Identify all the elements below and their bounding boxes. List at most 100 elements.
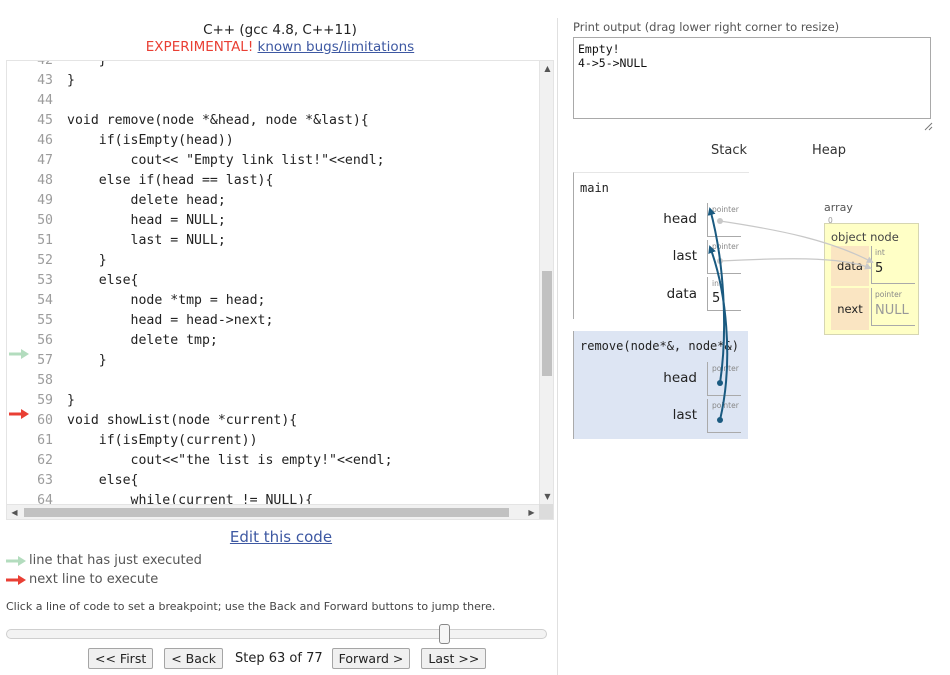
legend-executed: line that has just executed [6, 553, 202, 568]
first-button[interactable]: << First [88, 647, 154, 669]
code-line[interactable]: 61 if(isEmpty(current)) [7, 431, 393, 451]
vertical-scroll-thumb[interactable] [542, 271, 552, 376]
line-text: if(isEmpty(current)) [67, 433, 258, 448]
code-line[interactable]: 46 if(isEmpty(head)) [7, 131, 393, 151]
field-name-data: data [831, 246, 869, 286]
code-line[interactable]: 47 cout<< "Empty link list!"<<endl; [7, 151, 393, 171]
line-number: 42 [33, 61, 53, 71]
scroll-right-icon[interactable]: ▶ [524, 505, 539, 519]
line-number: 53 [37, 273, 53, 288]
var-value-data: int 5 [707, 277, 741, 311]
horizontal-scroll-thumb[interactable] [24, 508, 509, 517]
code-area: 42 }43}4445void remove(node *&head, node… [7, 61, 539, 504]
code-line[interactable]: 48 else if(head == last){ [7, 171, 393, 191]
line-number: 45 [37, 113, 53, 128]
line-number: 61 [37, 433, 53, 448]
resize-grip-icon[interactable] [923, 121, 933, 131]
line-text: head = NULL; [67, 213, 226, 228]
line-number: 59 [37, 393, 53, 408]
var-value-head: pointer [707, 362, 741, 396]
line-number: 64 [37, 493, 53, 504]
code-line[interactable]: 50 head = NULL; [7, 211, 393, 231]
code-line[interactable]: 49 delete head; [7, 191, 393, 211]
line-number: 56 [37, 333, 53, 348]
code-line[interactable]: 60 void showList(node *current){ [7, 411, 393, 431]
code-line[interactable]: 42 } [7, 61, 393, 71]
line-number: 48 [37, 173, 53, 188]
code-line[interactable]: 59} [7, 391, 393, 419]
vertical-scrollbar[interactable]: ▲ ▼ [539, 61, 553, 504]
stack-frame-remove: remove(node*&, node*&) head pointer last… [573, 331, 748, 439]
back-button[interactable]: < Back [164, 647, 224, 669]
code-line[interactable]: 57 } [7, 351, 393, 371]
line-number: 58 [37, 373, 53, 388]
scroll-left-icon[interactable]: ◀ [7, 505, 22, 519]
line-number: 46 [37, 133, 53, 148]
output-line: 4->5->NULL [578, 56, 648, 70]
heap-object-title: object node [831, 230, 899, 244]
field-value-data: int 5 [871, 246, 915, 284]
type-label: pointer [712, 242, 739, 251]
code-line[interactable]: 53 else{ [7, 271, 393, 291]
print-output-label: Print output (drag lower right corner to… [573, 20, 840, 34]
known-bugs-link[interactable]: known bugs/limitations [258, 39, 415, 55]
field-name-next: next [831, 288, 869, 330]
legend-next-label: next line to execute [29, 572, 159, 587]
line-text: } [67, 393, 75, 408]
code-line[interactable]: 45 void remove(node *&head, node *&last){ [7, 111, 393, 131]
code-line[interactable]: 43} [7, 71, 393, 91]
line-number: 60 [37, 413, 53, 428]
type-label: pointer [712, 205, 739, 214]
language-header: C++ (gcc 4.8, C++11) EXPERIMENTAL! known… [0, 22, 560, 56]
type-label: int [875, 248, 885, 257]
code-line[interactable]: 56 delete tmp; [7, 331, 393, 359]
line-text: node *tmp = head; [67, 293, 266, 308]
code-line[interactable]: 52 } [7, 251, 393, 271]
line-text [53, 373, 67, 388]
code-line[interactable]: 62 cout<<"the list is empty!"<<endl; [7, 451, 393, 471]
experimental-notice: EXPERIMENTAL! known bugs/limitations [0, 39, 560, 56]
scroll-up-icon[interactable]: ▲ [540, 61, 553, 76]
var-name-last: last [672, 407, 697, 423]
line-number: 57 [37, 353, 53, 368]
var-name-data: data [666, 286, 697, 302]
line-text: } [67, 353, 107, 368]
code-line[interactable]: 44 [7, 91, 393, 111]
line-text: cout<<"the list is empty!"<<endl; [67, 453, 393, 468]
step-slider[interactable] [6, 624, 547, 644]
type-label: pointer [712, 364, 739, 373]
code-line[interactable]: 51 last = NULL; [7, 231, 393, 251]
line-text: else if(head == last){ [67, 173, 274, 188]
edit-code-link[interactable]: Edit this code [0, 528, 562, 546]
frame-title: main [580, 181, 609, 195]
horizontal-scrollbar[interactable]: ◀ ▶ [7, 504, 539, 519]
var-value-last: pointer [707, 399, 741, 433]
executed-arrow-icon [6, 555, 26, 566]
stack-frame-main: main head pointer last pointer data int … [573, 172, 749, 319]
field-value-text: NULL [875, 303, 909, 318]
code-lines: 42 }43}4445void remove(node *&head, node… [7, 61, 393, 504]
code-line[interactable]: 55 head = head->next; [7, 311, 393, 331]
line-number: 49 [37, 193, 53, 208]
code-line[interactable]: 54 node *tmp = head; [7, 291, 393, 311]
code-line[interactable]: 58 [7, 371, 393, 391]
line-text: else{ [67, 273, 139, 288]
pane-divider [557, 18, 558, 675]
line-text: while(current != NULL){ [67, 493, 314, 504]
var-name-head: head [663, 211, 697, 227]
line-text: void remove(node *&head, node *&last){ [67, 113, 369, 128]
forward-button[interactable]: Forward > [331, 647, 411, 669]
line-text [53, 93, 67, 108]
next-arrow-icon [6, 574, 26, 585]
var-name-last: last [672, 248, 697, 264]
scroll-down-icon[interactable]: ▼ [540, 489, 553, 504]
var-value-text: 5 [712, 291, 721, 306]
last-button[interactable]: Last >> [421, 647, 487, 669]
code-line[interactable]: 63 else{ [7, 471, 393, 491]
code-line[interactable]: 64 while(current != NULL){ [7, 491, 393, 504]
language-label: C++ (gcc 4.8, C++11) [203, 22, 357, 38]
legend-executed-label: line that has just executed [29, 553, 202, 568]
line-text: void showList(node *current){ [67, 413, 298, 428]
print-output-box[interactable]: Empty! 4->5->NULL [573, 37, 931, 119]
step-slider-handle[interactable] [439, 624, 450, 644]
